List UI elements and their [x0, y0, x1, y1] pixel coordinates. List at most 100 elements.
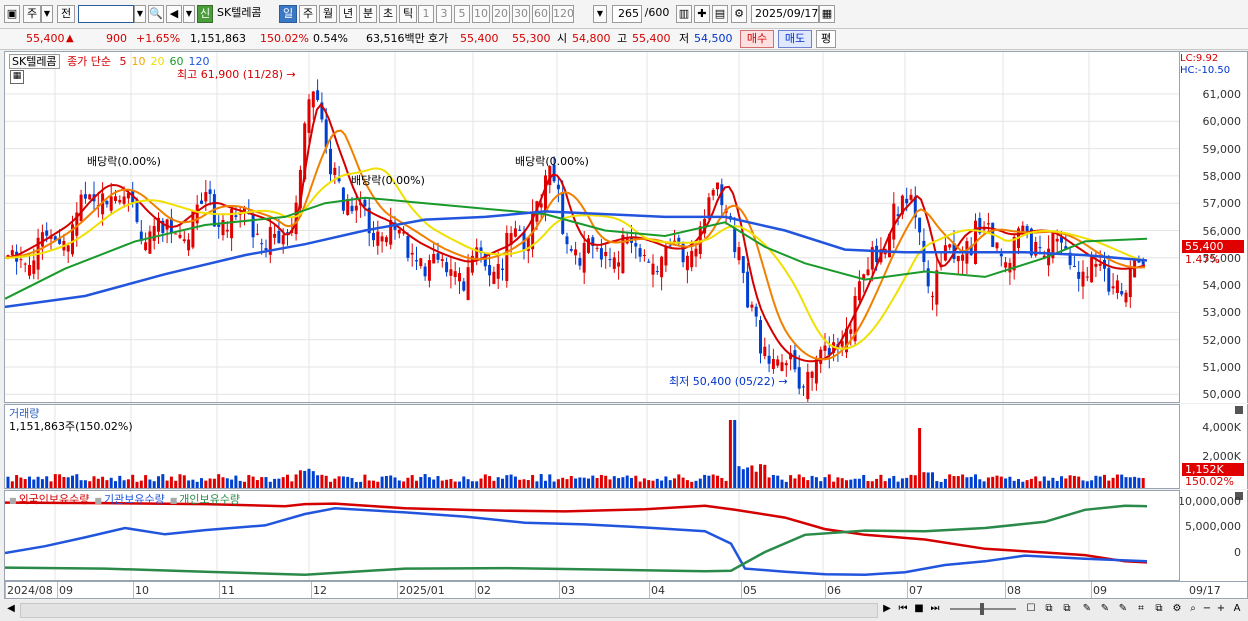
- close-icon[interactable]: [1235, 406, 1243, 414]
- draw-icon[interactable]: ✎: [1116, 602, 1130, 616]
- scroll-left-icon[interactable]: ◀: [4, 602, 18, 616]
- period-tab-2[interactable]: 월: [319, 5, 337, 23]
- first-icon[interactable]: ⏮: [896, 602, 910, 616]
- candle-body: [823, 345, 827, 351]
- volume-bar: [754, 471, 758, 488]
- count-input[interactable]: 265: [612, 5, 642, 23]
- volume-bar: [92, 476, 96, 488]
- prev-button[interactable]: 전: [57, 5, 75, 23]
- date-input[interactable]: 2025/09/17: [751, 5, 819, 23]
- calendar-icon[interactable]: ▦: [819, 5, 835, 23]
- interval-tab-10[interactable]: 10: [472, 5, 490, 23]
- ma-period-5[interactable]: 5: [120, 55, 127, 68]
- search-icon[interactable]: 🔍: [148, 5, 164, 23]
- draw-icon[interactable]: ✎: [1080, 602, 1094, 616]
- chevron-down-icon[interactable]: ▼: [134, 5, 146, 23]
- chevron-down-icon[interactable]: ▼: [41, 5, 53, 23]
- price-y-label: 51,000: [1202, 361, 1242, 374]
- volume-bar: [892, 475, 896, 488]
- volume-bar: [453, 481, 457, 488]
- holdings-pane[interactable]: ■ 외국인보유수량 ■ 기관보유수량 ■ 개인보유수량: [4, 490, 1180, 581]
- candle-body: [354, 205, 358, 211]
- speaker-icon[interactable]: ◀: [166, 5, 182, 23]
- volume-bar: [802, 477, 805, 488]
- plus-icon[interactable]: +: [1214, 602, 1228, 616]
- interval-tab-5[interactable]: 5: [454, 5, 470, 23]
- volume-bar: [191, 479, 195, 488]
- sell-button[interactable]: 매도: [778, 30, 812, 48]
- volume-bar: [900, 478, 904, 488]
- scrollbar-track[interactable]: [20, 603, 878, 618]
- chevron-down-icon[interactable]: ▼: [593, 5, 607, 23]
- draw-icon[interactable]: ✎: [1098, 602, 1112, 616]
- settings-icon[interactable]: ⚙: [1170, 602, 1184, 616]
- minus-icon[interactable]: −: [1200, 602, 1214, 616]
- next-icon[interactable]: ⏭: [928, 602, 942, 616]
- zoom-slider-handle[interactable]: [980, 603, 984, 615]
- open-label: 시: [557, 32, 568, 45]
- chevron-down-icon[interactable]: ▼: [183, 5, 195, 23]
- volume-bar: [367, 480, 371, 488]
- copy-icon[interactable]: ⧉: [1060, 602, 1074, 616]
- grid-icon[interactable]: ▦: [10, 70, 24, 84]
- stock-code-input[interactable]: 017670: [78, 5, 134, 23]
- volume-bar: [277, 478, 281, 488]
- period-tab-3[interactable]: 년: [339, 5, 357, 23]
- period-tab-4[interactable]: 분: [359, 5, 377, 23]
- interval-tab-60[interactable]: 60: [532, 5, 550, 23]
- interval-tab-20[interactable]: 20: [492, 5, 510, 23]
- volume-bar: [698, 478, 702, 488]
- period-tab-5[interactable]: 초: [379, 5, 397, 23]
- volume-pane[interactable]: 거래량 1,151,863주(150.02%): [4, 404, 1180, 489]
- volume-bar: [1085, 481, 1089, 488]
- volume-bar: [109, 477, 113, 488]
- volume-bar: [724, 480, 728, 488]
- candle-body: [458, 273, 461, 282]
- window-icon[interactable]: ▣: [4, 5, 20, 23]
- zoom-icon[interactable]: ⌕: [1186, 602, 1200, 616]
- x-axis-label: 02: [477, 584, 491, 597]
- eval-button[interactable]: 평: [816, 30, 836, 48]
- price-y-label: 54,000: [1202, 279, 1242, 293]
- holdings-legend-item[interactable]: 기관보유수량: [104, 493, 165, 506]
- period-tab-0[interactable]: 일: [279, 5, 297, 23]
- volume-bar: [66, 477, 70, 488]
- period-tab-1[interactable]: 주: [299, 5, 317, 23]
- ma-period-20[interactable]: 20: [151, 55, 165, 68]
- holdings-legend-item[interactable]: 외국인보유수량: [19, 493, 90, 506]
- candle-body: [135, 200, 139, 222]
- ma-period-10[interactable]: 10: [132, 55, 146, 68]
- interval-tab-120[interactable]: 120: [552, 5, 574, 23]
- volume-bar: [660, 480, 664, 488]
- font-size-icon[interactable]: A: [1230, 602, 1244, 616]
- candle-body: [986, 223, 990, 225]
- volume-bar: [445, 479, 449, 488]
- holdings-legend-item[interactable]: 개인보유수량: [179, 493, 240, 506]
- crosshair-icon[interactable]: ✚: [694, 5, 710, 23]
- candle-body: [492, 271, 496, 284]
- scroll-right-icon[interactable]: ▶: [880, 602, 894, 616]
- volume-bar: [965, 477, 969, 488]
- stop-icon[interactable]: ■: [912, 602, 926, 616]
- up-arrow-icon: ▲: [66, 33, 74, 44]
- volume-bar: [582, 477, 586, 488]
- save-icon[interactable]: ▤: [712, 5, 728, 23]
- volume-bar: [814, 477, 818, 488]
- copy-icon[interactable]: ⧉: [1042, 602, 1056, 616]
- gear-icon[interactable]: ⚙: [731, 5, 747, 23]
- volume-bar: [926, 472, 930, 488]
- volume-bar: [1077, 476, 1081, 488]
- dividend-annotation: 배당락(0.00%): [87, 155, 161, 168]
- interval-tab-1[interactable]: 1: [418, 5, 434, 23]
- copy-icon[interactable]: ⧉: [1152, 602, 1166, 616]
- chart-icon[interactable]: ⌗: [1134, 602, 1148, 616]
- interval-tab-3[interactable]: 3: [436, 5, 452, 23]
- candle-icon[interactable]: ▥: [676, 5, 692, 23]
- interval-tab-30[interactable]: 30: [512, 5, 530, 23]
- period-tab-6[interactable]: 틱: [399, 5, 417, 23]
- box-icon[interactable]: ☐: [1024, 602, 1038, 616]
- volume-bar: [169, 476, 173, 488]
- price-chart-pane[interactable]: SK텔레콤 종가 단순 5 10 20 60 120 ▦ 최고 61,900 (11/2…: [4, 51, 1180, 403]
- view-select[interactable]: 주: [23, 5, 41, 23]
- buy-button[interactable]: 매수: [740, 30, 774, 48]
